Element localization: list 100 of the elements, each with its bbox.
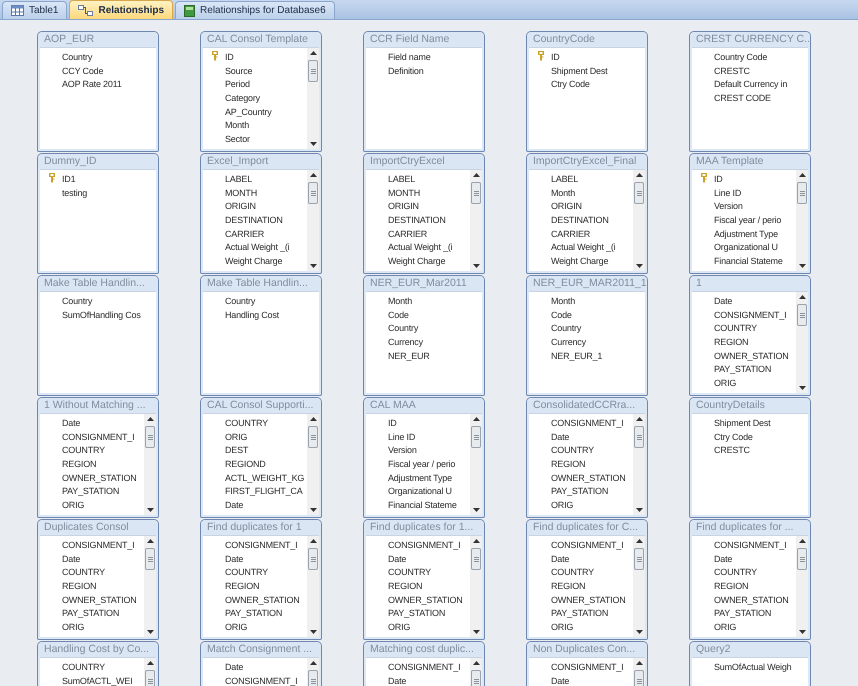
scroll-down-icon[interactable] <box>636 508 642 512</box>
table-window[interactable]: AOP_EUR Country CCY Code AOP Rate 2011 <box>37 31 159 152</box>
field-name[interactable]: Date <box>62 418 80 428</box>
field-name[interactable]: FIRST_FLIGHT_CA <box>225 486 303 496</box>
field-name[interactable]: Weight Charge <box>551 256 608 266</box>
field-name[interactable]: Period <box>225 79 250 90</box>
field-name[interactable]: Line ID <box>388 432 416 442</box>
field-name[interactable]: OWNER_STATION <box>714 350 789 361</box>
field-name[interactable]: Sector <box>225 134 250 144</box>
scrollbar[interactable] <box>633 414 645 515</box>
field-name[interactable]: DESTINATION <box>225 215 283 226</box>
field-name[interactable]: CONSIGNMENT_I <box>551 662 624 672</box>
field-name[interactable]: NER_EUR <box>388 350 430 361</box>
scroll-down-icon[interactable] <box>146 630 154 634</box>
field-name[interactable]: REGION <box>714 581 748 592</box>
table-window[interactable]: CountryCode ID Shipment Dest Ctry Code <box>526 31 648 152</box>
field-name[interactable]: Field name <box>388 52 431 62</box>
document-tab[interactable]: Relationships for Database6 <box>175 1 335 19</box>
field-name[interactable]: SumOfACTL_WEI <box>62 676 132 686</box>
field-name[interactable]: CONSIGNMENT_I <box>225 676 298 686</box>
scroll-up-icon[interactable] <box>636 539 642 543</box>
scroll-up-icon[interactable] <box>636 173 642 177</box>
field-name[interactable]: COUNTRY <box>62 662 105 672</box>
field-name[interactable]: Adjustment Type <box>714 228 778 239</box>
field-name[interactable]: SumOfHandling Cos <box>62 310 141 320</box>
scroll-thumb[interactable] <box>634 426 644 448</box>
field-name[interactable]: CONSIGNMENT_I <box>62 540 134 550</box>
scroll-down-icon[interactable] <box>636 630 642 634</box>
field-name[interactable]: LABEL <box>551 174 578 184</box>
field-name[interactable]: Date <box>551 432 570 442</box>
scroll-up-icon[interactable] <box>310 661 316 665</box>
field-name[interactable]: Date <box>714 296 732 306</box>
scroll-up-icon[interactable] <box>146 539 154 543</box>
scroll-thumb[interactable] <box>145 670 155 686</box>
field-name[interactable]: PAY_STATION <box>62 486 120 496</box>
field-name[interactable]: Line ID <box>714 188 742 198</box>
scroll-down-icon[interactable] <box>310 630 316 634</box>
scroll-up-icon[interactable] <box>472 539 480 543</box>
field-name[interactable]: Organizational U <box>388 486 452 496</box>
field-name[interactable]: OWNER_STATION <box>388 594 463 605</box>
field-name[interactable]: ID <box>388 418 397 428</box>
field-name[interactable]: CONSIGNMENT_I <box>714 310 786 320</box>
field-name[interactable]: CONSIGNMENT_I <box>551 540 624 550</box>
scroll-down-icon[interactable] <box>310 142 316 146</box>
field-name[interactable]: CONSIGNMENT_I <box>225 540 298 550</box>
field-name[interactable]: DESTINATION <box>551 215 609 226</box>
table-window[interactable]: Query2 SumOfActual Weigh <box>689 641 811 686</box>
field-name[interactable]: Fiscal year / perio <box>388 459 456 470</box>
field-name[interactable]: MONTH <box>225 188 257 198</box>
field-name[interactable]: Category <box>225 93 260 104</box>
field-name[interactable]: REGION <box>225 581 260 592</box>
field-name[interactable]: CONSIGNMENT_I <box>714 540 786 550</box>
field-name[interactable]: Country <box>62 296 92 306</box>
scroll-up-icon[interactable] <box>310 51 316 55</box>
field-name[interactable]: COUNTRY <box>388 567 431 578</box>
field-name[interactable]: Country <box>388 323 418 334</box>
scroll-thumb[interactable] <box>471 670 481 686</box>
field-name[interactable]: REGION <box>551 459 586 470</box>
field-name[interactable]: Organizational U <box>714 242 778 252</box>
table-window[interactable]: ImportCtryExcel_Final LABEL Month ORIGIN DESTINATION CARRIER Actual Weight _(i Weight Charge <box>526 153 648 274</box>
field-name[interactable]: Default Currency in <box>714 79 788 90</box>
field-name[interactable]: Month <box>388 296 412 306</box>
table-window[interactable]: Find duplicates for ... CONSIGNMENT_I Date COUNTRY REGION OWNER_STATION PAY_STATION ORIG <box>689 519 811 640</box>
field-name[interactable]: OWNER_STATION <box>551 594 626 605</box>
scrollbar[interactable] <box>307 414 319 515</box>
scroll-down-icon[interactable] <box>310 508 316 512</box>
field-name[interactable]: ORIGIN <box>551 201 582 212</box>
field-name[interactable]: Actual Weight _(i <box>225 242 290 252</box>
field-name[interactable]: LABEL <box>225 174 252 184</box>
scrollbar[interactable] <box>633 170 645 271</box>
field-name[interactable]: PAY_STATION <box>388 608 446 618</box>
scroll-thumb[interactable] <box>145 548 155 570</box>
field-name[interactable]: Actual Weight _(i <box>388 242 452 252</box>
field-name[interactable]: Weight Charge <box>225 256 282 266</box>
field-name[interactable]: COUNTRY <box>714 567 757 578</box>
table-window[interactable]: 1 Date CONSIGNMENT_I COUNTRY REGION OWNER_STATION PAY_STATION ORIG <box>689 275 811 396</box>
table-window[interactable]: MAA Template ID Line ID Version Fiscal year / perio Adjustment Type Organizational U Financial Stateme <box>689 153 811 274</box>
table-window[interactable]: Dummy_ID ID1 testing <box>37 153 159 274</box>
scroll-thumb[interactable] <box>797 548 807 570</box>
scroll-thumb[interactable] <box>471 426 481 448</box>
table-window[interactable]: Find duplicates for 1 CONSIGNMENT_I Date COUNTRY REGION OWNER_STATION PAY_STATION ORIG <box>200 519 322 640</box>
scroll-down-icon[interactable] <box>472 264 480 268</box>
field-name[interactable]: Date <box>225 500 244 510</box>
field-name[interactable]: Currency <box>551 337 586 348</box>
field-name[interactable]: COUNTRY <box>62 567 105 578</box>
field-name[interactable]: CONSIGNMENT_I <box>551 418 624 428</box>
scroll-thumb[interactable] <box>797 182 807 204</box>
field-name[interactable]: OWNER_STATION <box>62 472 137 483</box>
table-window[interactable]: NER_EUR_Mar2011 Month Code Country Currency NER_EUR <box>363 275 485 396</box>
table-window[interactable]: Matching cost duplic... CONSIGNMENT_I Date <box>363 641 485 686</box>
field-name[interactable]: Version <box>388 445 417 456</box>
scroll-down-icon[interactable] <box>472 630 480 634</box>
field-name[interactable]: PAY_STATION <box>62 608 120 618</box>
table-window[interactable]: CCR Field Name Field name Definition <box>363 31 485 152</box>
field-name[interactable]: REGION <box>62 459 96 470</box>
scrollbar[interactable] <box>796 170 808 271</box>
scroll-down-icon[interactable] <box>146 508 154 512</box>
field-name[interactable]: Ctry Code <box>714 432 753 442</box>
scrollbar[interactable] <box>470 414 482 515</box>
field-name[interactable]: Date <box>714 554 732 564</box>
